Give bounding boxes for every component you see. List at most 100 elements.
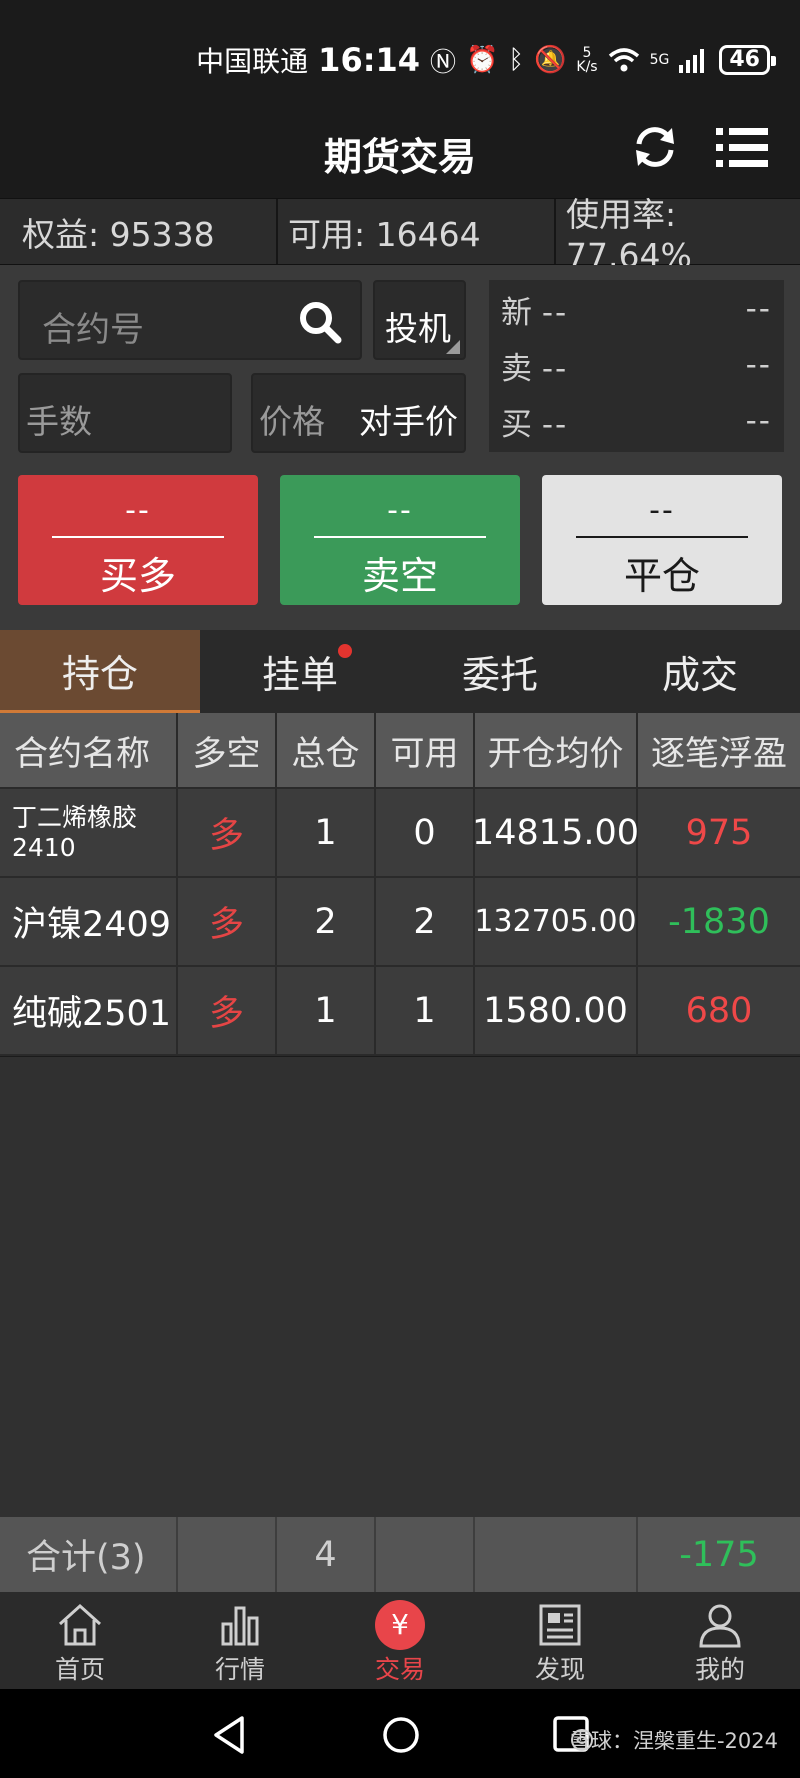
nav-home[interactable]: 首页: [0, 1592, 160, 1689]
direction: 多: [178, 967, 277, 1054]
contract-placeholder: 合约号: [42, 310, 144, 350]
user-icon: [699, 1604, 741, 1648]
battery-icon: 46: [719, 45, 776, 75]
nav-mine[interactable]: 我的: [640, 1592, 800, 1689]
nav-trade-label: 交易: [374, 1655, 425, 1684]
chart-bars-icon: [221, 1606, 259, 1646]
total-position: 1: [277, 967, 376, 1054]
quantity-placeholder: 手数: [26, 402, 92, 441]
price-label: 价格: [259, 402, 325, 441]
header-direction: 多空: [178, 713, 277, 787]
available-position: 1: [376, 967, 475, 1054]
nav-market[interactable]: 行情: [160, 1592, 320, 1689]
system-navigation-bar: 雪球：涅槃重生-2024: [0, 1689, 800, 1778]
order-panel: 合约号 投机 手数 价格 对手价 新 -- -- 卖 -- -- 买 -- --…: [0, 265, 800, 630]
quote-row-last: 新 -- --: [501, 291, 772, 331]
dropdown-corner-icon: [446, 340, 460, 354]
quantity-input[interactable]: 手数: [18, 373, 232, 453]
yen-icon: ¥: [375, 1600, 425, 1650]
nfc-icon: Ⓝ: [430, 47, 457, 78]
header-floating-pnl: 逐笔浮盈: [651, 733, 787, 774]
floating-pnl: -1830: [668, 901, 770, 942]
contract-name: 纯碱2501: [0, 967, 178, 1054]
contract-name: 沪镍2409: [0, 878, 178, 965]
summary-available: [376, 1517, 475, 1592]
available-funds: 可用: 16464: [278, 199, 556, 264]
refresh-icon[interactable]: [630, 122, 680, 172]
quote-panel: 新 -- -- 卖 -- -- 买 -- --: [489, 280, 784, 452]
table-header: 合约名称 多空 总仓 可用 开仓均价 逐笔浮盈: [0, 713, 800, 789]
header-avg-price: 开仓均价: [475, 713, 638, 787]
speculation-select[interactable]: 投机: [373, 280, 466, 360]
sell-short-button[interactable]: -- 卖空: [280, 475, 520, 605]
summary-direction: [178, 1517, 277, 1592]
avg-open-price: 1580.00: [475, 967, 638, 1054]
home-button-icon[interactable]: [381, 1715, 421, 1755]
summary-avg: [475, 1517, 638, 1592]
positions-table: 合约名称 多空 总仓 可用 开仓均价 逐笔浮盈 丁二烯橡胶 2410 多 1 0 …: [0, 713, 800, 1056]
table-row[interactable]: 沪镍2409 多 2 2 132705.00 -1830: [0, 878, 800, 967]
total-position: 1: [277, 789, 376, 876]
summary-label: 合计(3): [0, 1517, 178, 1592]
buy-price: --: [52, 493, 224, 538]
watermark-text: 雪球：涅槃重生-2024: [569, 1729, 778, 1753]
summary-row: 合计(3) 4 -175: [0, 1517, 800, 1592]
net-speed: 5 K/s: [576, 45, 598, 75]
sell-price: --: [314, 493, 486, 538]
carrier: 中国联通: [196, 45, 309, 78]
tab-orders[interactable]: 委托: [400, 630, 600, 713]
wifi-icon: [608, 48, 639, 72]
signal-icon: [679, 49, 705, 73]
clock: 16:14: [318, 41, 421, 79]
nav-market-label: 行情: [214, 1655, 265, 1684]
menu-icon[interactable]: [716, 126, 768, 170]
direction: 多: [178, 878, 277, 965]
table-row[interactable]: 丁二烯橡胶 2410 多 1 0 14815.00 975: [0, 789, 800, 878]
quote-row-bid: 买 -- --: [501, 403, 772, 443]
bluetooth-icon: ᛒ: [508, 45, 525, 75]
close-price: --: [576, 493, 748, 538]
page-title: 期货交易: [323, 135, 476, 179]
total-position: 2: [277, 878, 376, 965]
watermark: 雪球：涅槃重生-2024: [570, 1725, 778, 1755]
mute-icon: 🔕: [534, 45, 567, 75]
alarm-icon: ⏰: [466, 45, 499, 75]
direction: 多: [178, 789, 277, 876]
snowball-logo-icon: [570, 1729, 593, 1751]
back-icon[interactable]: [212, 1715, 248, 1755]
table-row[interactable]: 纯碱2501 多 1 1 1580.00 680: [0, 967, 800, 1056]
contract-input[interactable]: 合约号: [18, 280, 362, 360]
contract-name: 丁二烯橡胶 2410: [0, 789, 178, 876]
buy-long-button[interactable]: -- 买多: [18, 475, 258, 605]
header-available: 可用: [376, 713, 475, 787]
tab-positions[interactable]: 持仓: [0, 630, 200, 713]
summary-pnl: -175: [679, 1534, 759, 1575]
equity: 权益: 95338: [0, 199, 278, 264]
price-input[interactable]: 价格 对手价: [251, 373, 466, 453]
tab-trades[interactable]: 成交: [600, 630, 800, 713]
news-icon: [539, 1604, 581, 1646]
home-icon: [58, 1603, 102, 1646]
header-contract-name: 合约名称: [0, 713, 178, 787]
nav-mine-label: 我的: [694, 1655, 745, 1684]
avg-open-price: 14815.00: [472, 789, 639, 876]
buy-label: 买多: [99, 554, 176, 598]
app-header: 期货交易: [0, 100, 800, 198]
empty-list-area: [0, 1057, 800, 1517]
status-icons: 中国联通 16:14 Ⓝ ⏰ ᛒ 🔕 5 K/s 5G 46: [196, 40, 776, 80]
close-label: 平仓: [623, 554, 700, 598]
header-total: 总仓: [277, 713, 376, 787]
bottom-nav: 首页 行情 ¥ 交易 发现 我的: [0, 1592, 800, 1689]
close-position-button[interactable]: -- 平仓: [542, 475, 782, 605]
tab-pending-orders[interactable]: 挂单: [200, 630, 400, 713]
nav-discover-label: 发现: [534, 1655, 585, 1684]
status-bar: 中国联通 16:14 Ⓝ ⏰ ᛒ 🔕 5 K/s 5G 46: [0, 0, 800, 100]
nav-discover[interactable]: 发现: [480, 1592, 640, 1689]
search-icon[interactable]: [298, 300, 342, 344]
available-position: 2: [376, 878, 475, 965]
available-position: 0: [376, 789, 475, 876]
quote-row-ask: 卖 -- --: [501, 347, 772, 387]
sell-label: 卖空: [361, 554, 438, 598]
usage-rate: 使用率: 77.64%: [566, 195, 692, 275]
nav-trade[interactable]: ¥ 交易: [320, 1592, 480, 1689]
